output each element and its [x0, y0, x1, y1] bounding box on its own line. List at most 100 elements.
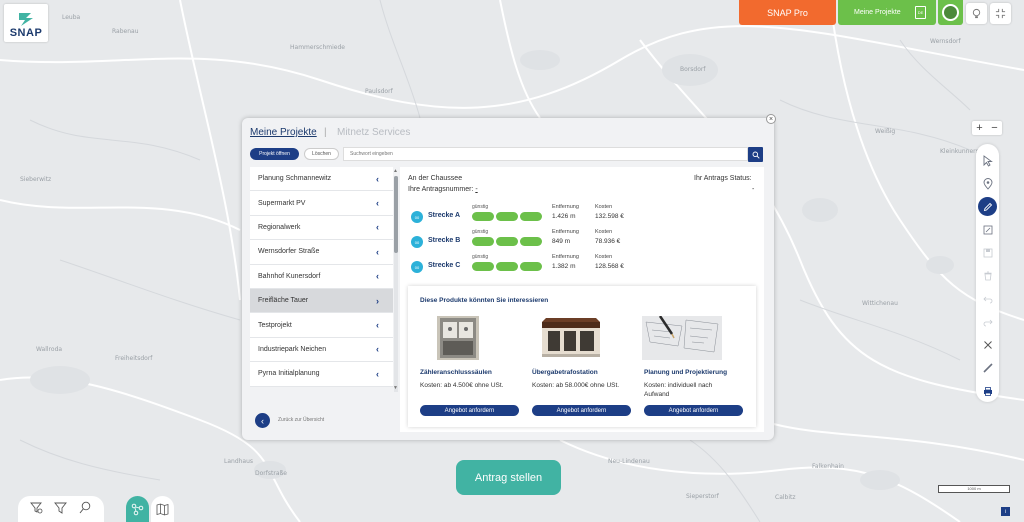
project-name: Planung Schmannewitz — [258, 175, 332, 183]
tab-mitnetz-services[interactable]: Mitnetz Services — [337, 127, 410, 138]
map-label: Leuba — [62, 14, 81, 21]
route-name: Strecke A — [428, 212, 461, 219]
project-name: Testprojekt — [258, 321, 292, 329]
back-label[interactable]: Zurück zur Übersicht — [278, 417, 324, 423]
cost-label: Kosten — [595, 254, 613, 260]
chevron-left-icon: ‹ — [376, 173, 379, 184]
network-layer-icon[interactable] — [126, 496, 149, 522]
back-button[interactable]: ‹ — [255, 413, 270, 428]
snap-logo[interactable]: SNAP — [4, 4, 48, 42]
list-item[interactable]: Bahnhof Kunersdorf ‹ — [250, 264, 393, 289]
product-cost: Kosten: individuell nach Aufwand — [644, 382, 713, 398]
map-label: Rabenau — [112, 28, 139, 35]
chevron-left-icon: ‹ — [376, 198, 379, 209]
search-map-icon[interactable] — [79, 501, 92, 517]
map-scale-bar: 1000 m — [938, 485, 1010, 493]
route-row-c[interactable]: 00 Strecke C günstig Entfernung 1.382 m … — [411, 254, 751, 279]
route-row-a[interactable]: 00 Strecke A günstig Entfernung 1.426 m … — [411, 204, 751, 229]
rating-bars — [472, 262, 542, 271]
location-pin-icon[interactable] — [978, 174, 997, 193]
project-name: Industriepark Neichen — [258, 345, 327, 353]
edit-icon[interactable] — [978, 220, 997, 239]
redo-icon[interactable] — [978, 312, 997, 331]
request-offer-button[interactable]: Angebot anfordern — [420, 405, 519, 416]
distance-value: 1.382 m — [552, 263, 576, 270]
scroll-down-icon[interactable]: ▼ — [393, 385, 398, 391]
list-item[interactable]: Supermarkt PV ‹ — [250, 191, 393, 216]
map-label: Wallroda — [36, 346, 63, 353]
rating-bars — [472, 237, 542, 246]
snap-logo-icon — [19, 13, 33, 26]
info-icon[interactable]: i — [1001, 507, 1010, 516]
map-label: Sieberwitz — [20, 176, 52, 183]
tab-separator: | — [324, 127, 327, 138]
map-label: Weißig — [875, 128, 896, 135]
map-label: Wernsdorf — [930, 38, 961, 45]
list-item[interactable]: Planung Schmannewitz ‹ — [250, 167, 393, 192]
list-scroll-thumb[interactable] — [394, 176, 398, 253]
draw-pencil-icon[interactable] — [978, 197, 997, 216]
project-name: Regionalwerk — [258, 223, 301, 231]
lightbulb-icon[interactable] — [966, 3, 987, 24]
zoom-out-icon[interactable]: − — [991, 122, 997, 134]
project-list: Planung Schmannewitz ‹ Supermarkt PV ‹ Reg… — [250, 167, 393, 398]
delete-button[interactable]: Löschen — [304, 148, 339, 160]
undo-icon[interactable] — [978, 289, 997, 308]
zoom-in-icon[interactable]: + — [976, 122, 982, 134]
submit-request-button[interactable]: Antrag stellen — [456, 460, 561, 495]
request-offer-button[interactable]: Angebot anfordern — [644, 405, 743, 416]
map-label: Sieperstorf — [686, 493, 719, 500]
cost-value: 128.568 € — [595, 263, 624, 270]
cost-value: 78.936 € — [595, 238, 621, 245]
ruler-icon[interactable] — [978, 358, 997, 377]
product-name: Planung und Projektierung — [644, 369, 728, 376]
snap-pro-button[interactable]: SNAP Pro — [739, 0, 836, 25]
distance-label: Entfernung — [552, 254, 579, 260]
list-item[interactable]: Pyrna Initialplanung ‹ — [250, 362, 393, 387]
list-item[interactable]: Regionalwerk ‹ — [250, 215, 393, 241]
route-icon: 00 — [411, 211, 423, 223]
route-row-b[interactable]: 00 Strecke B günstig Entfernung 849 m Ko… — [411, 229, 751, 254]
rating-bars — [472, 212, 542, 221]
list-item[interactable]: Wernsdorfer Straße ‹ — [250, 240, 393, 265]
search-icon[interactable] — [748, 147, 763, 162]
project-name: Supermarkt PV — [258, 199, 306, 207]
chevron-right-icon: › — [376, 295, 379, 306]
collapse-icon[interactable] — [990, 3, 1011, 24]
my-projects-button[interactable]: Meine Projekte DE — [838, 0, 936, 25]
list-item[interactable]: Industriepark Neichen ‹ — [250, 337, 393, 363]
map-label: Landhaus — [224, 458, 254, 465]
bottom-left-tools — [18, 496, 104, 522]
distance-label: Entfernung — [552, 229, 579, 235]
product-name: Übergabetrafostation — [532, 369, 598, 376]
filter-settings-icon[interactable] — [29, 501, 43, 517]
map-label: Paulsdorf — [365, 88, 393, 95]
open-project-button[interactable]: Projekt öffnen — [250, 148, 299, 160]
user-avatar[interactable] — [938, 0, 963, 25]
products-title: Diese Produkte könnten Sie interessieren — [420, 297, 549, 304]
close-icon[interactable] — [978, 335, 997, 354]
search-input[interactable] — [343, 147, 748, 161]
product-name: Zähleranschlusssäulen — [420, 369, 492, 376]
list-item-selected[interactable]: Freifläche Tauer › — [250, 288, 393, 314]
map-label: Borsdorf — [680, 66, 706, 73]
route-icon: 00 — [411, 261, 423, 273]
map-label: Dorfstraße — [255, 470, 287, 477]
map-label: Freiheitsdorf — [115, 355, 153, 362]
route-icon: 00 — [411, 236, 423, 248]
map-label: Falkenhain — [812, 463, 844, 470]
request-offer-button[interactable]: Angebot anfordern — [532, 405, 631, 416]
print-icon[interactable] — [978, 381, 997, 400]
trash-icon[interactable] — [978, 266, 997, 285]
modal-close-icon[interactable]: × — [766, 114, 776, 124]
pointer-icon[interactable] — [978, 151, 997, 170]
tab-my-projects[interactable]: Meine Projekte — [250, 127, 317, 138]
filter-icon[interactable] — [54, 501, 68, 517]
map-view-icon[interactable] — [151, 496, 174, 522]
map-label: Wittichenau — [862, 300, 898, 307]
transformer-station-image — [538, 316, 604, 360]
save-icon[interactable] — [978, 243, 997, 262]
logo-text: SNAP — [9, 27, 43, 39]
list-item[interactable]: Testprojekt ‹ — [250, 313, 393, 338]
scroll-up-icon[interactable]: ▲ — [393, 168, 398, 174]
